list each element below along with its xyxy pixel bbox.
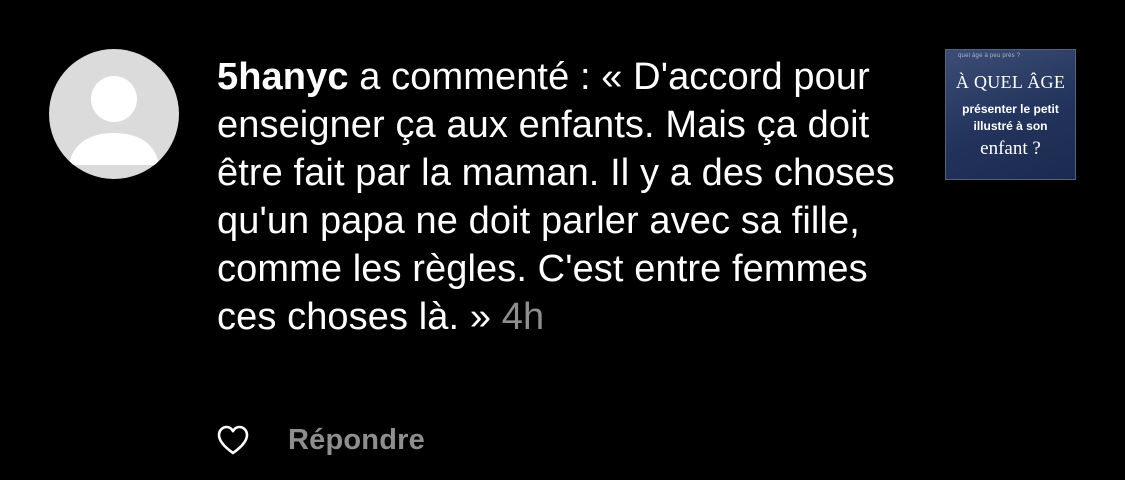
comment-timestamp: 4h — [501, 296, 545, 338]
post-thumbnail[interactable]: quel âge à peu près ? À QUEL ÂGE présent… — [945, 49, 1076, 180]
heart-outline-icon[interactable] — [216, 424, 250, 456]
thumbnail-small-text: quel âge à peu près ? — [958, 53, 1021, 59]
comment-actions: Répondre — [216, 420, 425, 460]
thumbnail-subtitle: présenter le petit illustré à son — [962, 102, 1059, 133]
default-avatar-icon — [69, 76, 159, 165]
comment-text-block: 5hanyc a commenté : « D'accord pour ense… — [217, 53, 922, 341]
thumbnail-title-end: enfant ? — [980, 138, 1041, 159]
avatar[interactable] — [49, 49, 179, 179]
thumbnail-title: À QUEL ÂGE — [955, 72, 1066, 92]
reply-button[interactable]: Répondre — [288, 424, 425, 457]
comment-body: a commenté : « D'accord pour enseigner ç… — [217, 56, 895, 338]
comment-username[interactable]: 5hanyc — [217, 56, 349, 98]
